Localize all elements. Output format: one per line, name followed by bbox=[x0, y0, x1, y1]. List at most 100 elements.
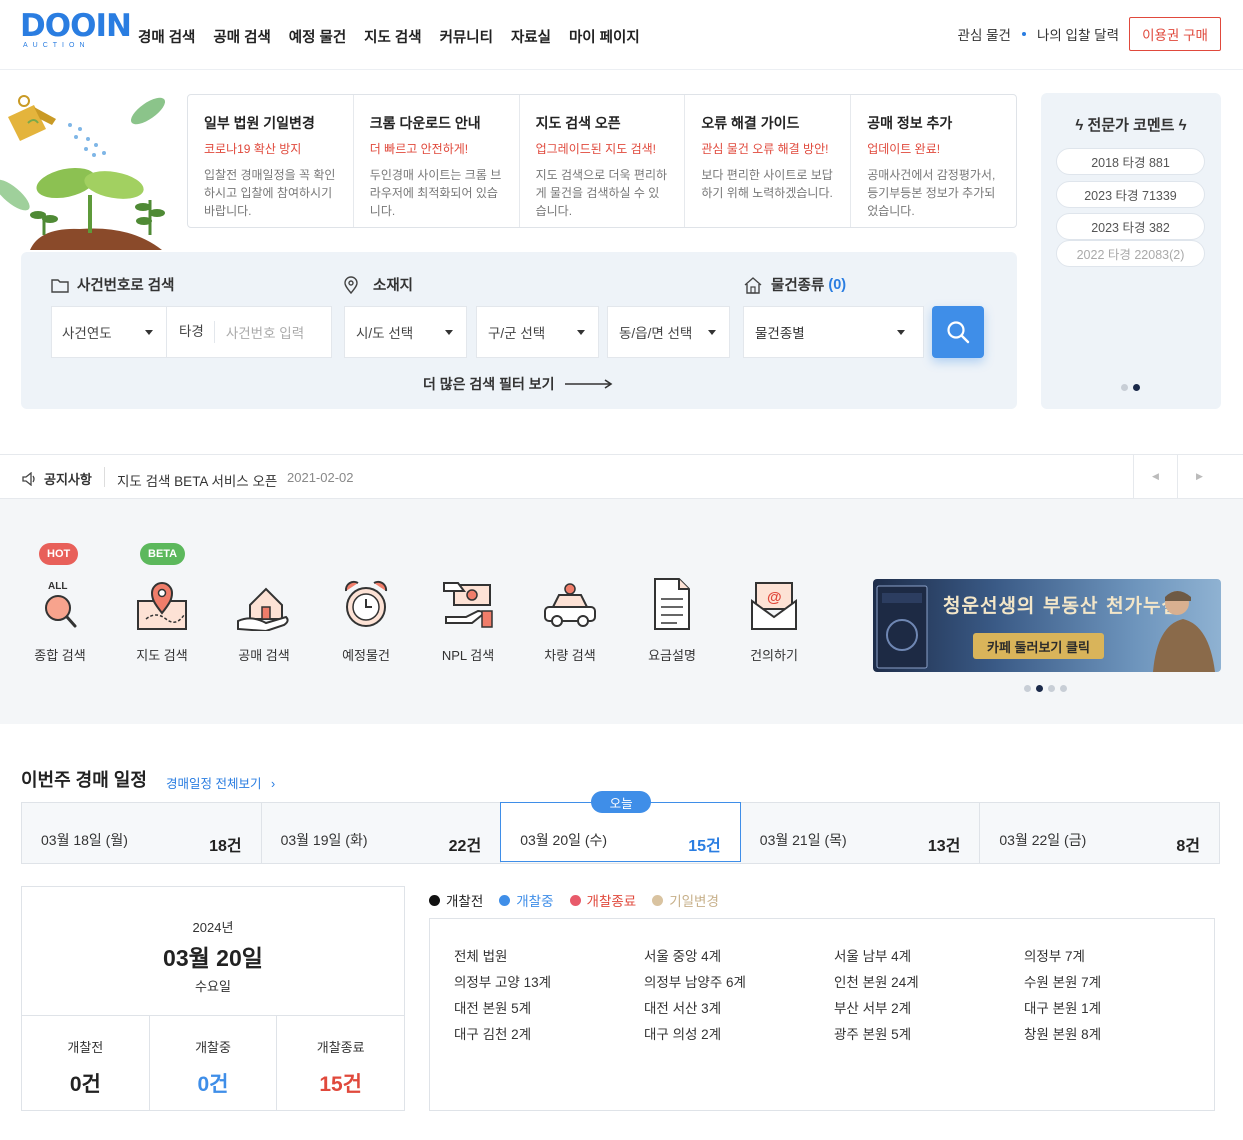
court-item[interactable]: 서울 남부 4계 bbox=[834, 945, 911, 965]
legend-item: 개찰전 bbox=[429, 890, 483, 910]
court-item[interactable]: 서울 중앙 4계 bbox=[644, 945, 721, 965]
interest-items-link[interactable]: 관심 물건 bbox=[958, 24, 1011, 44]
nav-library[interactable]: 자료실 bbox=[511, 26, 551, 47]
court-item[interactable]: 대전 서산 3계 bbox=[644, 997, 721, 1017]
notice-next-button[interactable]: ▶ bbox=[1177, 455, 1221, 498]
lightning-icon: ϟ bbox=[1178, 117, 1187, 134]
schedule-view-all-link[interactable]: 경매일정 전체보기 › bbox=[166, 773, 275, 792]
dong-select[interactable]: 동/읍/면 선택 bbox=[607, 306, 730, 358]
notice-card[interactable]: 일부 법원 기일변경 코로나19 확산 방지 입찰전 경매일정을 꼭 확인하시고… bbox=[188, 95, 354, 227]
bid-calendar-link[interactable]: 나의 입찰 달력 bbox=[1037, 24, 1119, 44]
pagination-dot[interactable] bbox=[1036, 685, 1043, 692]
court-item[interactable]: 인천 본원 24계 bbox=[834, 971, 919, 991]
schedule-day[interactable]: 03월 18일 (월) 18건 bbox=[22, 803, 262, 863]
quick-upcoming[interactable]: 예정물건 bbox=[326, 571, 406, 664]
court-item[interactable]: 창원 본원 8계 bbox=[1024, 1023, 1101, 1043]
nav-upcoming[interactable]: 예정 물건 bbox=[289, 26, 346, 47]
expert-comment-item[interactable]: 2018 타경 881 bbox=[1056, 148, 1205, 175]
property-type-count: (0) bbox=[828, 276, 847, 293]
schedule-day[interactable]: 03월 19일 (화) 22건 bbox=[262, 803, 502, 863]
expert-comment-item[interactable]: 2023 타경 71339 bbox=[1056, 181, 1205, 208]
notice-text[interactable]: 지도 검색 BETA 서비스 오픈 bbox=[117, 470, 277, 490]
stat-value: 0건 bbox=[197, 1073, 229, 1096]
pagination-dot[interactable] bbox=[1121, 384, 1128, 391]
pagination-dot[interactable] bbox=[1060, 685, 1067, 692]
search-button[interactable] bbox=[932, 306, 984, 358]
speaker-icon bbox=[22, 471, 35, 486]
nav-community[interactable]: 커뮤니티 bbox=[440, 26, 493, 47]
court-item[interactable]: 대구 김천 2계 bbox=[454, 1023, 531, 1043]
court-item[interactable]: 대전 본원 5계 bbox=[454, 997, 531, 1017]
notice-body: 입찰전 경매일정을 꼭 확인하시고 입찰에 참여하시기 바랍니다. bbox=[204, 168, 336, 218]
money-hand-icon bbox=[443, 582, 493, 628]
notice-card[interactable]: 크롬 다운로드 안내 더 빠르고 안전하게! 두인경매 사이트는 크롬 브라우저… bbox=[354, 95, 520, 227]
sido-select[interactable]: 시/도 선택 bbox=[344, 306, 467, 358]
quick-car-search[interactable]: 차량 검색 bbox=[530, 571, 610, 664]
case-year-select[interactable]: 사건연도 bbox=[51, 306, 166, 358]
property-type-label: 물건종류 (0) bbox=[743, 274, 846, 295]
quick-npl-search[interactable]: NPL 검색 bbox=[428, 571, 508, 664]
court-item[interactable]: 광주 본원 5계 bbox=[834, 1023, 911, 1043]
status-dot-icon bbox=[429, 894, 440, 906]
court-item[interactable]: 의정부 7계 bbox=[1024, 945, 1085, 965]
stat-in-progress: 개찰중 0건 bbox=[150, 1016, 278, 1111]
logo[interactable]: DOOIN AUCTION bbox=[20, 8, 132, 58]
schedule-day-today[interactable]: 오늘 03월 20일 (수) 15건 bbox=[500, 791, 741, 862]
bid-status-stats: 개찰전 0건 개찰중 0건 개찰종료 15건 bbox=[22, 1015, 404, 1111]
pagination-dot[interactable] bbox=[1133, 384, 1140, 391]
day-count: 22건 bbox=[448, 838, 482, 855]
court-item[interactable]: 대구 본원 1계 bbox=[1024, 997, 1101, 1017]
buy-pass-button[interactable]: 이용권 구매 bbox=[1129, 17, 1221, 51]
weekly-schedule: 03월 18일 (월) 18건 03월 19일 (화) 22건 오늘 03월 2… bbox=[21, 791, 1220, 864]
schedule-day[interactable]: 03월 21일 (목) 13건 bbox=[741, 803, 981, 863]
court-item[interactable]: 전체 법원 bbox=[454, 945, 507, 965]
stat-value: 15건 bbox=[319, 1073, 363, 1096]
quick-label: 건의하기 bbox=[750, 648, 798, 663]
pagination-dot[interactable] bbox=[1048, 685, 1055, 692]
schedule-day[interactable]: 03월 22일 (금) 8건 bbox=[980, 803, 1219, 863]
svg-text:@: @ bbox=[767, 589, 782, 606]
court-item[interactable]: 의정부 남양주 6계 bbox=[644, 971, 746, 991]
legend-item: 개찰종료 bbox=[569, 890, 636, 910]
quick-map-search[interactable]: 지도 검색 bbox=[122, 571, 202, 664]
nav-my-page[interactable]: 마이 페이지 bbox=[569, 26, 640, 47]
quick-suggestion[interactable]: @ 건의하기 bbox=[734, 571, 814, 664]
selected-year: 2024년 bbox=[192, 920, 234, 935]
quick-public-sale[interactable]: 공매 검색 bbox=[224, 571, 304, 664]
divider bbox=[104, 467, 105, 487]
stat-closed: 개찰종료 15건 bbox=[277, 1016, 404, 1111]
case-number-field[interactable]: 타경 사건번호 입력 bbox=[166, 306, 332, 358]
house-hand-icon bbox=[237, 587, 289, 631]
quick-label: NPL 검색 bbox=[441, 648, 495, 663]
status-dot-icon bbox=[569, 894, 581, 906]
court-item[interactable]: 수원 본원 7계 bbox=[1024, 971, 1101, 991]
pagination-dot[interactable] bbox=[1024, 685, 1031, 692]
nav-auction-search[interactable]: 경매 검색 bbox=[138, 26, 195, 47]
court-item[interactable]: 대구 의성 2계 bbox=[644, 1023, 721, 1043]
quick-pricing[interactable]: 요금설명 bbox=[632, 571, 712, 664]
property-kind-select[interactable]: 물건종별 bbox=[743, 306, 924, 358]
status-dot-icon bbox=[499, 894, 511, 906]
court-item[interactable]: 의정부 고양 13계 bbox=[454, 971, 551, 991]
quick-all-search[interactable]: ALL 종합 검색 bbox=[20, 571, 100, 664]
notice-card[interactable]: 지도 검색 오픈 업그레이드된 지도 검색! 지도 검색으로 더욱 편리하게 물… bbox=[520, 95, 686, 227]
day-count: 18건 bbox=[209, 838, 242, 855]
court-item[interactable]: 부산 서부 2계 bbox=[834, 997, 911, 1017]
notice-prev-button[interactable]: ◀ bbox=[1133, 455, 1177, 498]
expert-comment-item[interactable]: 2023 타경 382 bbox=[1056, 213, 1205, 240]
header-utility: 관심 물건 나의 입찰 달력 이용권 구매 bbox=[958, 17, 1221, 51]
main-nav: 경매 검색 공매 검색 예정 물건 지도 검색 커뮤니티 자료실 마이 페이지 bbox=[138, 26, 658, 47]
more-filter-link[interactable]: 더 많은 검색 필터 보기 bbox=[423, 374, 615, 394]
notice-card[interactable]: 공매 정보 추가 업데이트 완료! 공매사건에서 감정평가서, 등기부등본 정보… bbox=[851, 95, 1016, 227]
gugun-select[interactable]: 구/군 선택 bbox=[476, 306, 599, 358]
nav-public-sale-search[interactable]: 공매 검색 bbox=[213, 26, 270, 47]
location-label: 소재지 bbox=[343, 274, 413, 295]
case-number-input[interactable]: 사건번호 입력 bbox=[215, 322, 304, 342]
notice-date: 2021-02-02 bbox=[287, 470, 354, 485]
chevron-left-icon: ◀ bbox=[1152, 471, 1159, 481]
expert-comment-item[interactable]: 2022 타경 22083(2) bbox=[1056, 240, 1205, 267]
nav-map-search[interactable]: 지도 검색 bbox=[364, 26, 421, 47]
quick-label: 차량 검색 bbox=[544, 648, 596, 663]
notice-card[interactable]: 오류 해결 가이드 관심 물건 오류 해결 방안! 보다 편리한 사이트로 보답… bbox=[685, 95, 852, 227]
promo-banner[interactable]: 청운선생의 부동산 천가누설 카페 둘러보기 클릭 bbox=[873, 579, 1221, 672]
